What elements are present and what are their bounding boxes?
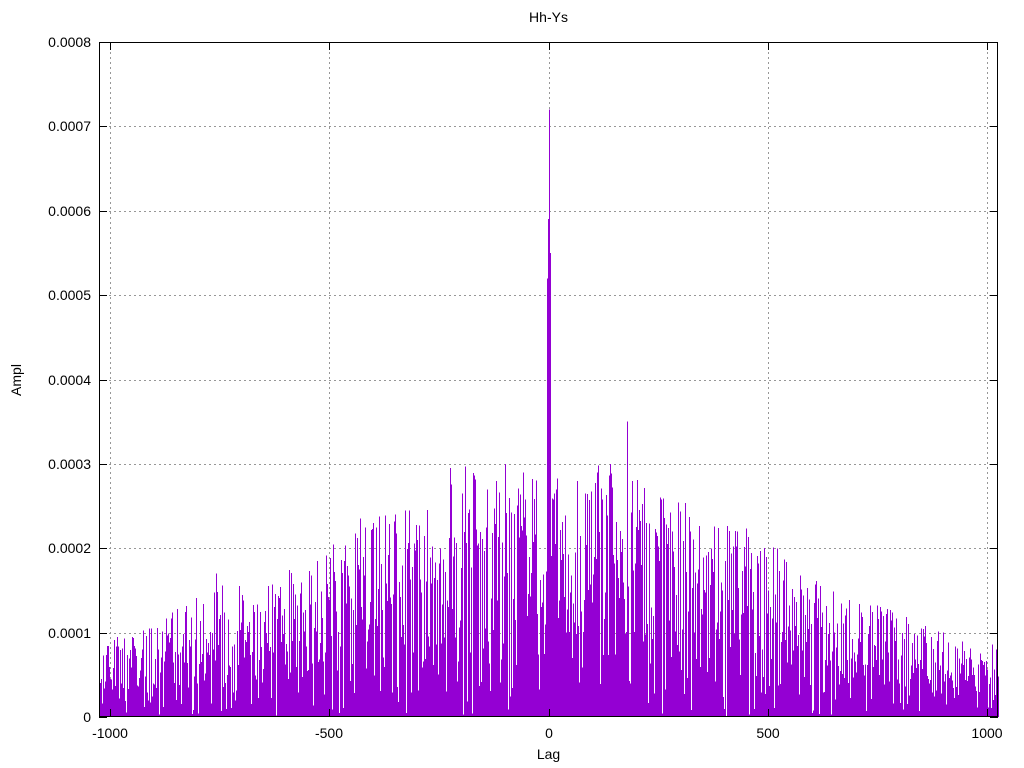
x-tick-label: -1000 — [65, 724, 155, 742]
y-tick-label: 0.0001 — [0, 624, 91, 642]
impulse-series — [100, 110, 999, 718]
y-tick-label: 0.0008 — [0, 33, 91, 51]
x-tick-label: 0 — [504, 724, 594, 742]
chart: Hh-Ys Ampl Lag 00.00010.00020.00030.0004… — [0, 0, 1024, 768]
y-tick-label: 0.0003 — [0, 455, 91, 473]
y-tick-label: 0.0004 — [0, 371, 91, 389]
y-tick-label: 0.0005 — [0, 286, 91, 304]
x-tick-label: 1000 — [942, 724, 1024, 742]
plot-area — [0, 0, 1024, 768]
x-tick-label: 500 — [723, 724, 813, 742]
x-tick-label: -500 — [284, 724, 374, 742]
y-tick-label: 0.0007 — [0, 117, 91, 135]
x-axis-label: Lag — [99, 746, 998, 762]
y-tick-label: 0.0002 — [0, 539, 91, 557]
chart-title: Hh-Ys — [99, 9, 998, 25]
y-tick-label: 0.0006 — [0, 202, 91, 220]
